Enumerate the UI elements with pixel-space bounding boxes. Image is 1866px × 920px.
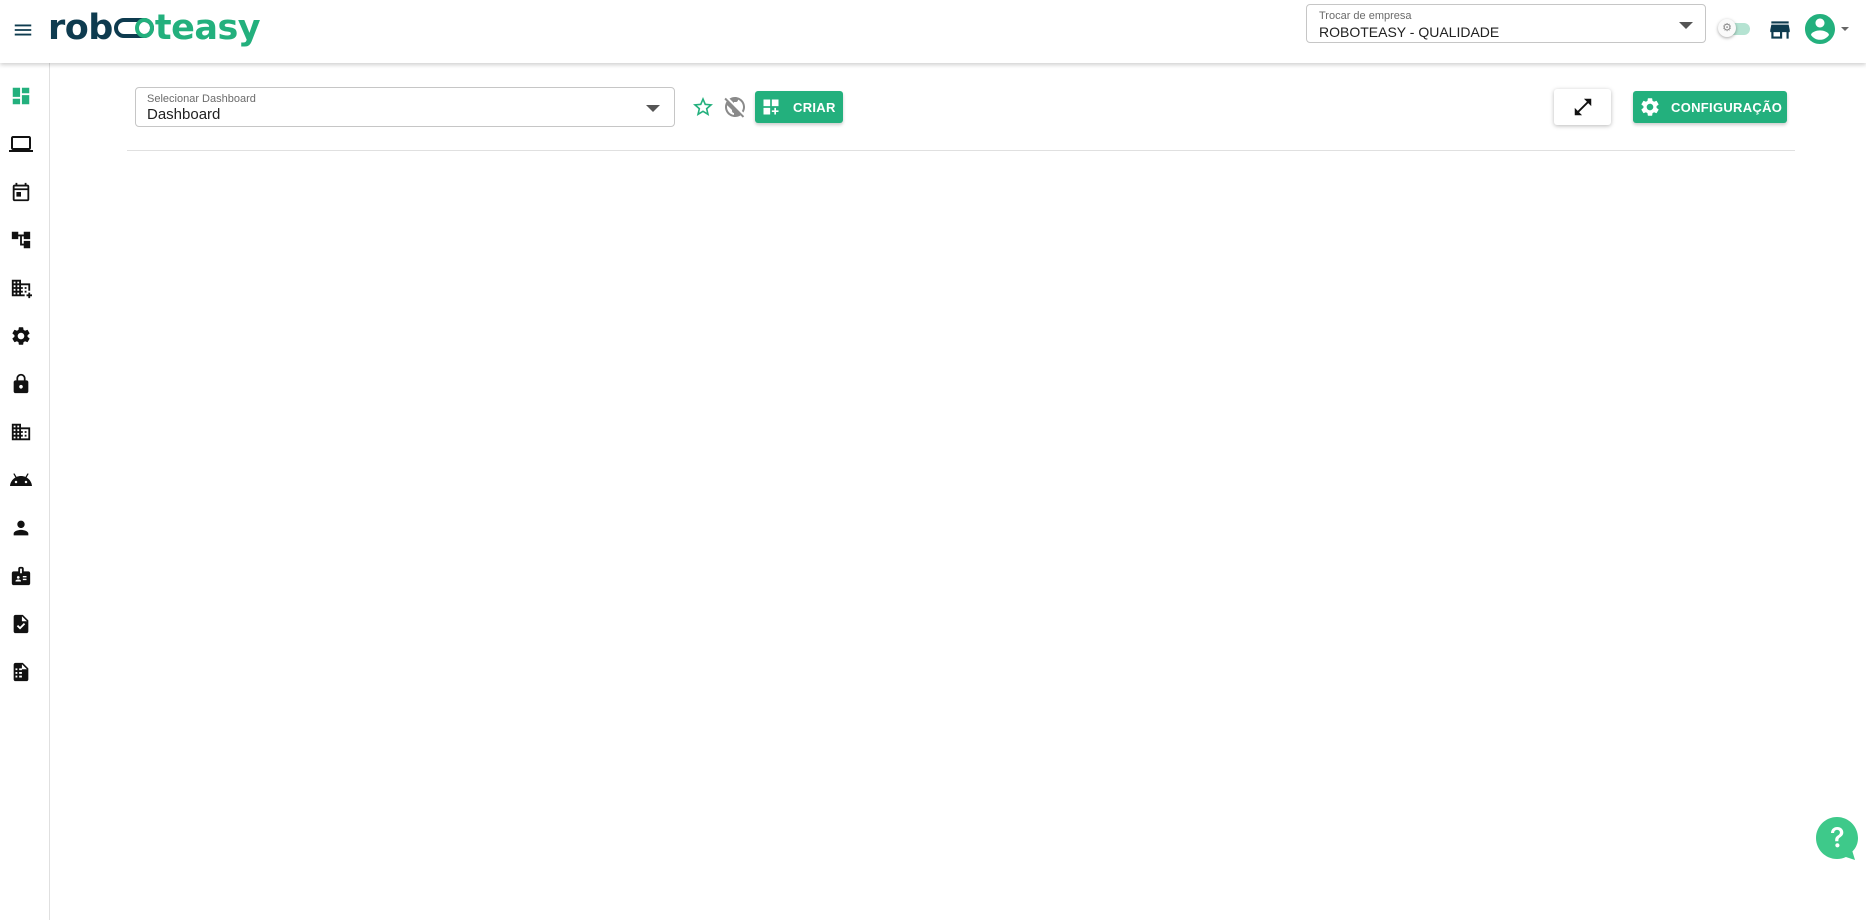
sidebar-item-company[interactable] xyxy=(8,419,34,445)
user-menu-chevron-icon[interactable] xyxy=(1841,27,1849,31)
dashboard-select-label: Selecionar Dashboard xyxy=(147,93,256,105)
create-dashboard-button[interactable]: CRIAR xyxy=(755,91,843,123)
user-avatar-icon[interactable] xyxy=(1802,11,1838,47)
public-off-icon[interactable] xyxy=(722,94,748,120)
sidebar-item-add-company[interactable] xyxy=(8,275,34,301)
top-bar: rob teasy Trocar de empresa ROBOTEASY - … xyxy=(0,0,1866,63)
sidebar-item-dashboard[interactable] xyxy=(8,83,34,109)
configuration-button-label: CONFIGURAÇÃO xyxy=(1671,99,1783,115)
menu-icon[interactable] xyxy=(10,17,36,43)
gear-icon xyxy=(12,327,30,345)
sidebar-item-robots[interactable] xyxy=(8,467,34,493)
sidebar-item-reports[interactable] xyxy=(8,659,34,685)
logo-text-end: teasy xyxy=(154,8,261,48)
sidebar-item-devices[interactable] xyxy=(8,131,34,157)
gear-icon: ⚙ xyxy=(1718,19,1736,37)
dashboard-icon xyxy=(12,87,30,105)
report-icon xyxy=(13,662,29,682)
company-select[interactable]: Trocar de empresa ROBOTEASY - QUALIDADE xyxy=(1306,4,1706,43)
sidebar-item-users[interactable] xyxy=(8,515,34,541)
theme-toggle[interactable]: ⚙ xyxy=(1718,19,1752,37)
laptop-icon xyxy=(9,136,33,152)
gear-icon xyxy=(1641,98,1659,116)
dashboard-add-icon xyxy=(763,99,779,115)
configuration-button[interactable]: CONFIGURAÇÃO xyxy=(1633,91,1787,123)
account-tree-icon xyxy=(11,231,31,249)
chevron-down-icon xyxy=(1679,22,1693,29)
fullscreen-button[interactable] xyxy=(1554,89,1611,125)
dashboard-select-value: Dashboard xyxy=(147,106,221,123)
sidebar-item-badges[interactable] xyxy=(8,563,34,589)
calendar-icon xyxy=(12,182,30,202)
sidebar-item-settings[interactable] xyxy=(8,323,34,349)
company-select-label: Trocar de empresa xyxy=(1319,10,1412,22)
store-icon[interactable] xyxy=(1767,17,1793,43)
domain-add-icon xyxy=(11,279,32,299)
logo-mark xyxy=(113,18,154,38)
favorite-star-icon[interactable] xyxy=(690,94,716,120)
app-logo[interactable]: rob teasy xyxy=(48,6,261,50)
create-button-label: CRIAR xyxy=(793,99,836,115)
badge-icon xyxy=(11,566,31,586)
chevron-down-icon xyxy=(646,105,660,112)
sidebar-item-workflow[interactable] xyxy=(8,227,34,253)
sidebar-item-calendar[interactable] xyxy=(8,179,34,205)
logo-text-start: rob xyxy=(48,8,113,48)
help-question-icon[interactable] xyxy=(1814,815,1860,861)
company-select-value: ROBOTEASY - QUALIDADE xyxy=(1319,24,1500,40)
sidebar xyxy=(0,63,50,920)
person-icon xyxy=(13,520,29,536)
lock-icon xyxy=(13,373,29,394)
sidebar-item-security[interactable] xyxy=(8,371,34,397)
business-icon xyxy=(11,423,31,441)
expand-arrows-icon xyxy=(1574,98,1591,116)
task-icon xyxy=(13,614,29,634)
android-icon xyxy=(10,473,32,486)
sidebar-item-tasks[interactable] xyxy=(8,611,34,637)
toolbar-divider xyxy=(127,150,1795,151)
dashboard-select[interactable]: Selecionar Dashboard Dashboard xyxy=(135,87,675,127)
